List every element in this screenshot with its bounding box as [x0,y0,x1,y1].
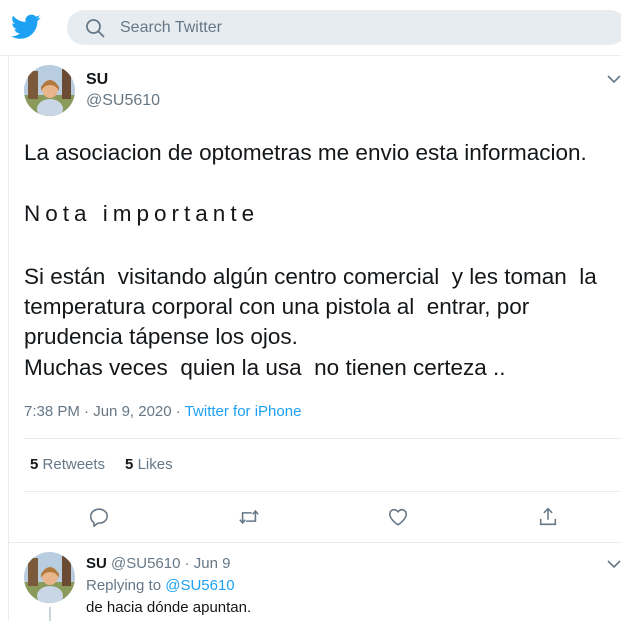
retweets-stat[interactable]: 5 Retweets [30,456,105,473]
divider [24,491,621,492]
replying-mention-link[interactable]: @SU5610 [165,577,234,594]
avatar[interactable] [24,552,75,603]
retweet-icon[interactable] [238,506,260,528]
reply-text: de hacia dónde apuntan. [86,599,252,616]
likes-count: 5 [125,456,134,473]
reply-date[interactable]: · Jun 9 [185,555,231,572]
thread-line [49,607,51,621]
chevron-down-icon[interactable] [607,560,621,569]
likes-stat[interactable]: 5 Likes [125,456,173,473]
tweet-text-line: temperatura corporal con una pistola al … [24,294,530,319]
reply-author-name[interactable]: SU [86,555,107,572]
chevron-down-icon[interactable] [607,75,621,84]
tweet-text-line: Muchas veces quien la usa no tienen cert… [24,355,506,380]
tweet-source-link[interactable]: Twitter for iPhone [185,403,302,420]
replying-label: Replying to [86,577,162,594]
search-input[interactable]: Search Twitter [67,10,621,45]
avatar[interactable] [24,65,75,116]
meta-separator: · [171,403,185,420]
search-icon [86,19,105,38]
likes-label: Likes [137,456,173,473]
tweet-stats: 5 Retweets 5 Likes [30,456,173,473]
reply-icon[interactable] [88,506,110,528]
heart-icon[interactable] [387,506,409,528]
share-icon[interactable] [537,506,559,528]
tweet-text-line: Si están visitando algún centro comercia… [24,264,597,289]
divider [24,438,621,439]
tweet-meta: 7:38 PM · Jun 9, 2020 · Twitter for iPho… [24,403,301,420]
retweets-count: 5 [30,456,39,473]
reply-header: SU @SU5610 · Jun 9 [86,555,230,572]
tweet-text-line: prudencia tápense los ojos. [24,324,298,349]
meta-separator: · [79,403,94,420]
top-bar: Search Twitter [0,0,621,56]
reply-tweet[interactable]: SU @SU5610 · Jun 9 Replying to @SU5610 d… [9,543,621,621]
twitter-bird-icon[interactable] [11,14,41,40]
author-handle[interactable]: @SU5610 [86,92,160,110]
retweets-label: Retweets [42,456,106,473]
reply-author-handle[interactable]: @SU5610 [111,555,180,572]
tweet-time[interactable]: 7:38 PM [24,403,80,420]
main-tweet: SU @SU5610 La asociacion de optometras m… [9,56,621,543]
tweet-text-line: Nota importante [24,201,260,226]
replying-to: Replying to @SU5610 [86,577,235,594]
search-placeholder: Search Twitter [120,19,222,36]
tweet-text-line: La asociacion de optometras me envio est… [24,140,587,165]
tweet-date[interactable]: Jun 9, 2020 [93,403,171,420]
author-name[interactable]: SU [86,71,108,89]
